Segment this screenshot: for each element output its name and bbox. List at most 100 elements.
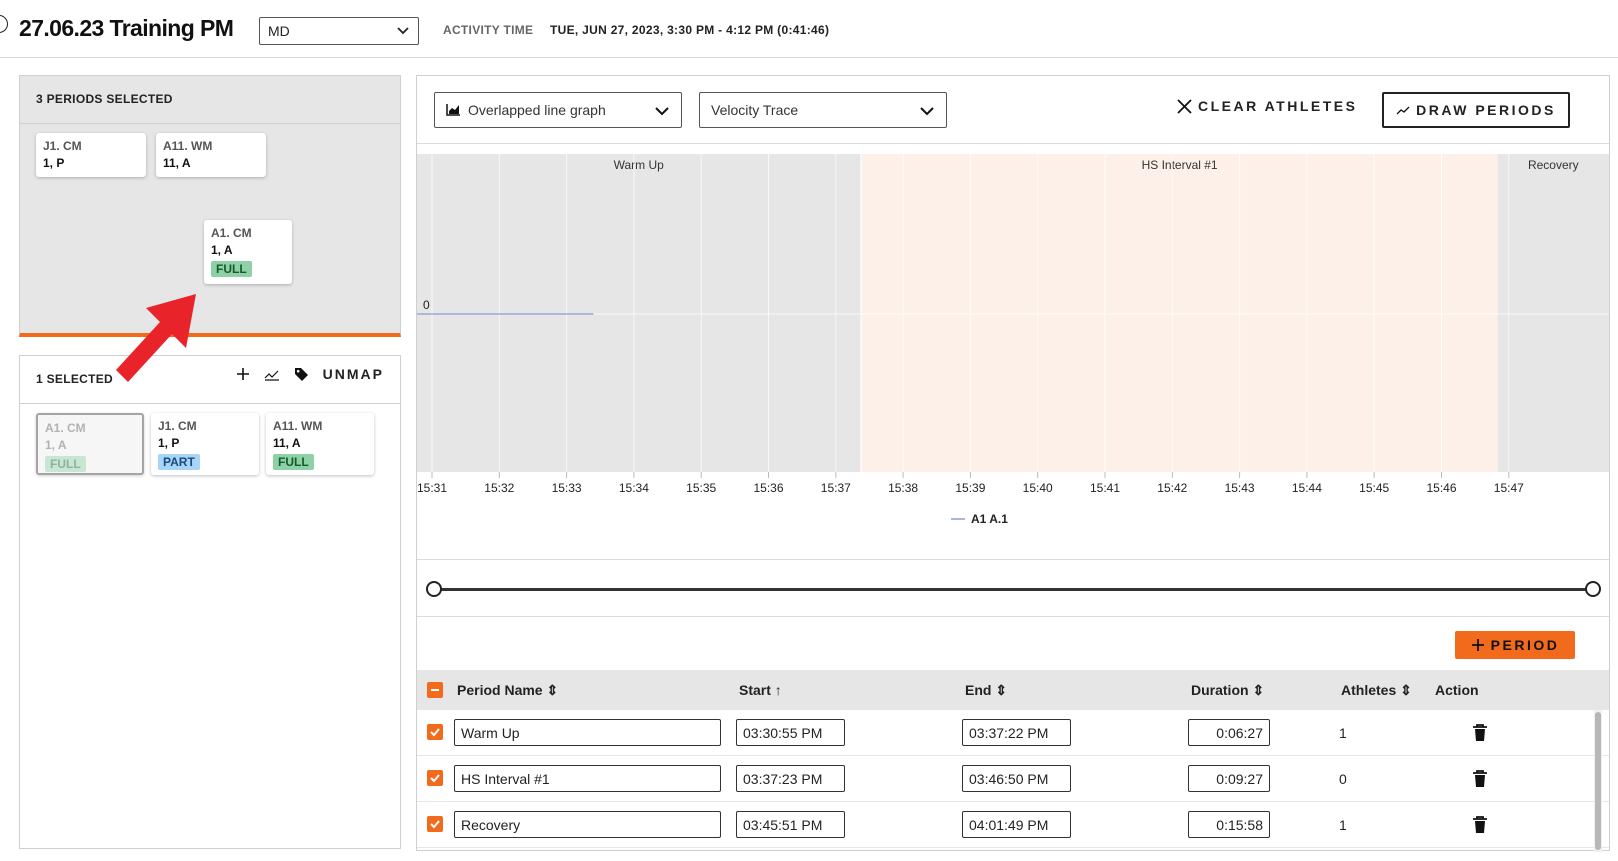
period-band[interactable] bbox=[861, 154, 1498, 472]
part-badge: PART bbox=[158, 454, 200, 470]
add-period-button[interactable]: PERIOD bbox=[1455, 631, 1575, 659]
x-tick-label: 15:38 bbox=[888, 481, 918, 495]
sort-asc-icon: ↑ bbox=[774, 682, 782, 698]
trend-icon[interactable] bbox=[264, 367, 280, 381]
card-name: J1. CM bbox=[158, 419, 197, 433]
col-duration[interactable]: Duration ⇕ bbox=[1191, 682, 1264, 699]
row-checkbox[interactable] bbox=[427, 724, 443, 740]
graph-toolbar: Overlapped line graph Velocity Trace CLE… bbox=[417, 76, 1609, 144]
legend-label[interactable]: A1 A.1 bbox=[971, 512, 1008, 526]
start-time-input[interactable]: 03:37:23 PM bbox=[736, 765, 845, 792]
col-athletes[interactable]: Athletes ⇕ bbox=[1341, 682, 1412, 699]
selected-count: 1 SELECTED bbox=[36, 372, 114, 386]
graph-type-select[interactable]: Overlapped line graph bbox=[434, 92, 682, 128]
tag-icon[interactable] bbox=[294, 367, 309, 382]
period-name-input[interactable]: Warm Up bbox=[454, 719, 721, 746]
duration-input[interactable]: 0:15:58 bbox=[1188, 811, 1270, 838]
select-all-checkbox[interactable] bbox=[427, 682, 443, 698]
time-range-slider[interactable] bbox=[417, 559, 1609, 617]
card-sub: 1, P bbox=[43, 156, 65, 170]
duration-input[interactable]: 0:06:27 bbox=[1188, 719, 1270, 746]
x-tick-label: 15:36 bbox=[753, 481, 783, 495]
athletes-header: 1 SELECTED UNMAP bbox=[20, 356, 400, 404]
card-name: A11. WM bbox=[163, 139, 213, 153]
col-period-name[interactable]: Period Name ⇕ bbox=[457, 682, 558, 699]
x-tick-label: 15:43 bbox=[1225, 481, 1255, 495]
velocity-chart[interactable]: Warm Up HS Interval #1 Recovery 15:31 15:32 1… bbox=[417, 154, 1609, 539]
sort-icon: ⇕ bbox=[1400, 682, 1412, 698]
athlete-card[interactable]: J1. CM 1, P PART bbox=[151, 413, 259, 475]
athlete-card-selected[interactable]: A1. CM 1, A FULL bbox=[36, 413, 144, 475]
full-badge: FULL bbox=[45, 456, 86, 472]
table-row: HS Interval #1 03:37:23 PM 03:46:50 PM 0:09… bbox=[417, 756, 1609, 802]
athlete-card[interactable]: A11. WM 11, A FULL bbox=[266, 413, 374, 475]
metric-select[interactable]: Velocity Trace bbox=[699, 92, 947, 128]
start-time-input[interactable]: 03:45:51 PM bbox=[736, 811, 845, 838]
end-time-input[interactable]: 04:01:49 PM bbox=[962, 811, 1071, 838]
start-time-input[interactable]: 03:30:55 PM bbox=[736, 719, 845, 746]
periods-panel: 3 PERIODS SELECTED J1. CM 1, P A11. WM 1… bbox=[19, 75, 401, 337]
unmap-button[interactable]: UNMAP bbox=[323, 366, 384, 382]
card-name: A11. WM bbox=[273, 419, 323, 433]
activity-time-value: TUE, JUN 27, 2023, 3:30 PM - 4:12 PM (0:… bbox=[550, 23, 830, 37]
period-band[interactable] bbox=[417, 154, 861, 472]
clear-athletes-button[interactable]: CLEAR ATHLETES bbox=[1177, 98, 1357, 114]
band-label: HS Interval #1 bbox=[1142, 158, 1218, 172]
card-sub: 1, A bbox=[45, 438, 67, 452]
back-icon[interactable] bbox=[0, 15, 8, 33]
x-tick-label: 15:46 bbox=[1426, 481, 1456, 495]
x-tick-label: 15:40 bbox=[1023, 481, 1053, 495]
col-label: Period Name bbox=[457, 682, 543, 698]
period-band[interactable] bbox=[1497, 154, 1609, 472]
athletes-count: 1 bbox=[1339, 725, 1347, 741]
period-name-input[interactable]: HS Interval #1 bbox=[454, 765, 721, 792]
card-name: J1. CM bbox=[43, 139, 82, 153]
scrollbar-thumb[interactable] bbox=[1595, 712, 1601, 850]
duration-input[interactable]: 0:09:27 bbox=[1188, 765, 1270, 792]
row-checkbox[interactable] bbox=[427, 816, 443, 832]
x-tick-label: 15:35 bbox=[686, 481, 716, 495]
period-card-dragging[interactable]: A1. CM 1, A FULL bbox=[204, 220, 292, 284]
slider-track[interactable] bbox=[434, 588, 1597, 591]
add-period-label: PERIOD bbox=[1490, 637, 1560, 653]
activity-time-label: ACTIVITY TIME bbox=[443, 23, 534, 37]
group-select[interactable]: MD bbox=[259, 17, 419, 45]
x-tick-label: 15:42 bbox=[1157, 481, 1187, 495]
draw-periods-button[interactable]: DRAW PERIODS bbox=[1382, 92, 1570, 128]
plus-icon[interactable] bbox=[236, 367, 250, 381]
slider-handle-start[interactable] bbox=[426, 581, 442, 597]
table-header: Period Name ⇕ Start ↑ End ⇕ Duration ⇕ A… bbox=[417, 670, 1609, 710]
x-tick-label: 15:31 bbox=[417, 481, 447, 495]
x-tick-label: 15:45 bbox=[1359, 481, 1389, 495]
end-time-input[interactable]: 03:46:50 PM bbox=[962, 765, 1071, 792]
col-end[interactable]: End ⇕ bbox=[965, 682, 1007, 699]
trash-icon[interactable] bbox=[1472, 770, 1488, 788]
col-start[interactable]: Start ↑ bbox=[739, 682, 782, 698]
period-card[interactable]: A11. WM 11, A bbox=[156, 133, 266, 177]
x-tick-label: 15:44 bbox=[1292, 481, 1322, 495]
trash-icon[interactable] bbox=[1472, 724, 1488, 742]
close-icon bbox=[1177, 98, 1192, 114]
group-select-value: MD bbox=[268, 23, 290, 39]
draw-periods-label: DRAW PERIODS bbox=[1416, 102, 1556, 118]
y-tick-label: 0 bbox=[423, 298, 430, 312]
col-label: End bbox=[965, 682, 992, 698]
table-row: Recovery 03:45:51 PM 04:01:49 PM 0:15:58 1 bbox=[417, 802, 1609, 848]
session-title: 27.06.23 Training PM bbox=[19, 15, 234, 41]
chevron-down-icon bbox=[397, 27, 409, 35]
graph-type-icon bbox=[446, 104, 460, 116]
athletes-count: 0 bbox=[1339, 771, 1347, 787]
periods-table: Period Name ⇕ Start ↑ End ⇕ Duration ⇕ A… bbox=[417, 670, 1609, 852]
band-label: Warm Up bbox=[614, 158, 665, 172]
row-checkbox[interactable] bbox=[427, 770, 443, 786]
x-tick-label: 15:41 bbox=[1090, 481, 1120, 495]
slider-handle-end[interactable] bbox=[1585, 581, 1601, 597]
trash-icon[interactable] bbox=[1472, 816, 1488, 834]
end-time-input[interactable]: 03:37:22 PM bbox=[962, 719, 1071, 746]
table-scrollbar[interactable] bbox=[1594, 710, 1602, 852]
period-name-input[interactable]: Recovery bbox=[454, 811, 721, 838]
period-card[interactable]: J1. CM 1, P bbox=[36, 133, 146, 177]
card-sub: 1, A bbox=[211, 243, 233, 257]
plus-icon bbox=[1471, 639, 1484, 651]
sort-icon: ⇕ bbox=[1252, 682, 1265, 698]
